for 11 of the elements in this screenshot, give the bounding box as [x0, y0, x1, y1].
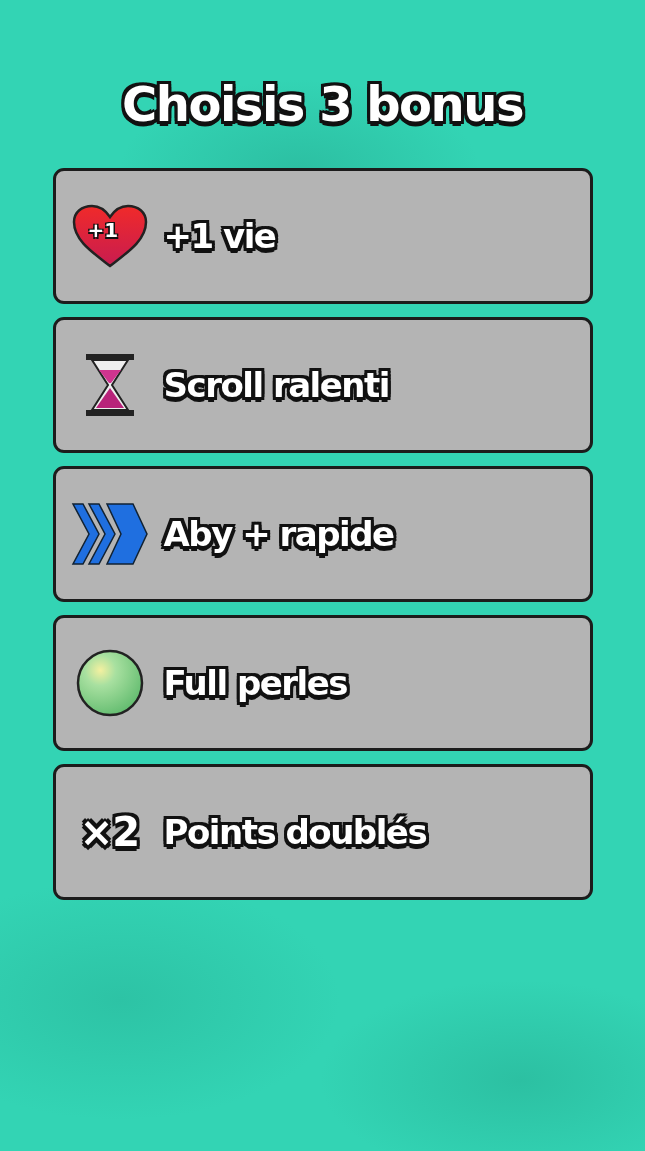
screen-title: Choisis 3 bonus	[122, 76, 523, 132]
bonus-option[interactable]: Full perles	[52, 615, 593, 751]
bonus-option[interactable]: +1 +1 vie	[52, 168, 593, 304]
hourglass-icon	[83, 352, 136, 418]
chevrons-icon	[70, 502, 149, 566]
bonus-option[interactable]: ×2 Points doublés	[52, 764, 593, 900]
bonus-option[interactable]: Scroll ralenti	[52, 317, 593, 453]
multiplier-text: ×2	[79, 809, 140, 855]
pearl-icon	[74, 648, 145, 718]
badge-text: +1	[87, 218, 119, 242]
bonus-option[interactable]: Aby + rapide	[52, 466, 593, 602]
